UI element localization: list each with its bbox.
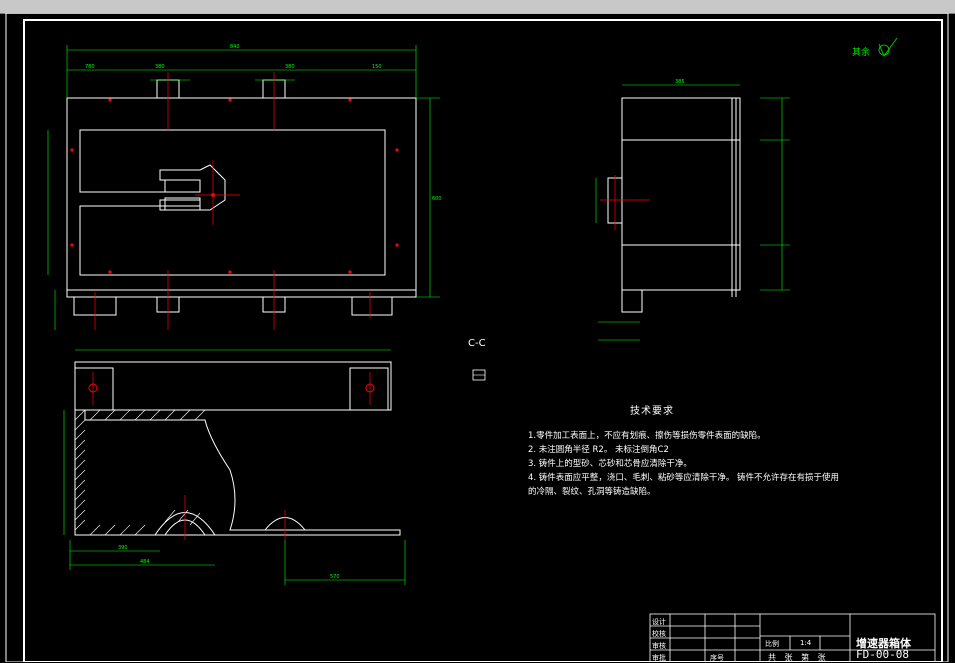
dim-right-height: 600 (432, 196, 442, 202)
requirement-4-cont: 的冷隔、裂纹、孔洞等铸造缺陷。 (528, 487, 656, 497)
other-roughness-label: 其余 (852, 48, 871, 58)
dim-top-2: 380 (155, 64, 165, 70)
side-view-dimensions (595, 84, 790, 341)
bolt-holes (70, 98, 399, 274)
dim-side-width: 385 (675, 79, 685, 85)
side-view-body (621, 97, 741, 291)
requirement-2: 2. 未注圆角半径 R2。 未标注倒角C2 (528, 445, 669, 455)
dim-bottom-2: 484 (140, 559, 150, 565)
top-view-outer (66, 97, 417, 298)
front-view-dimensions (63, 349, 406, 585)
hatching (74, 409, 206, 536)
dim-top-4: 150 (372, 64, 382, 70)
foot-right (351, 296, 393, 316)
tb-scale-value: 1:4 (800, 639, 812, 647)
dim-bottom-1: 390 (118, 545, 128, 551)
tb-drawing-number: FD-00-08 (856, 648, 909, 661)
dim-top-1: 780 (85, 64, 95, 70)
front-body (74, 410, 401, 536)
roughness-symbol (878, 37, 898, 57)
dim-bottom-3: 570 (330, 574, 340, 580)
section-c-c-label: C-C (468, 338, 486, 349)
top-view (66, 79, 417, 316)
front-flange (74, 361, 392, 411)
side-view (607, 97, 741, 313)
top-view-inner (79, 129, 386, 276)
requirement-3: 3. 铸件上的型砂、芯砂和芯骨应清除干净。 (528, 459, 692, 469)
requirement-4: 4. 铸件表面应平整，浇口、毛刺、粘砂等应清除干净。 铸件不允许存在有损于使用 (528, 473, 840, 483)
tb-row-check: 校核 (652, 630, 666, 638)
dim-top-3: 380 (285, 64, 295, 70)
requirements-title: 技术要求 (630, 406, 674, 417)
window-title-bar (0, 0, 955, 14)
top-view-centerlines (94, 72, 371, 330)
top-view-dimensions (47, 45, 440, 330)
tb-row-design: 设计 (652, 618, 666, 626)
tb-scale-label: 比例 (765, 640, 779, 648)
dim-top-overall: 840 (230, 44, 240, 50)
tb-sheet-text: 共 张 第 张 (768, 653, 829, 662)
requirement-1: 1.零件加工表面上，不应有划痕、擦伤等损伤零件表面的缺陷。 (528, 431, 766, 441)
front-view (74, 361, 401, 536)
tb-row-review: 审核 (652, 642, 666, 650)
requirements-list: 1.零件加工表面上，不应有划痕、擦伤等损伤零件表面的缺陷。 2. 未注圆角半径 … (528, 429, 839, 499)
